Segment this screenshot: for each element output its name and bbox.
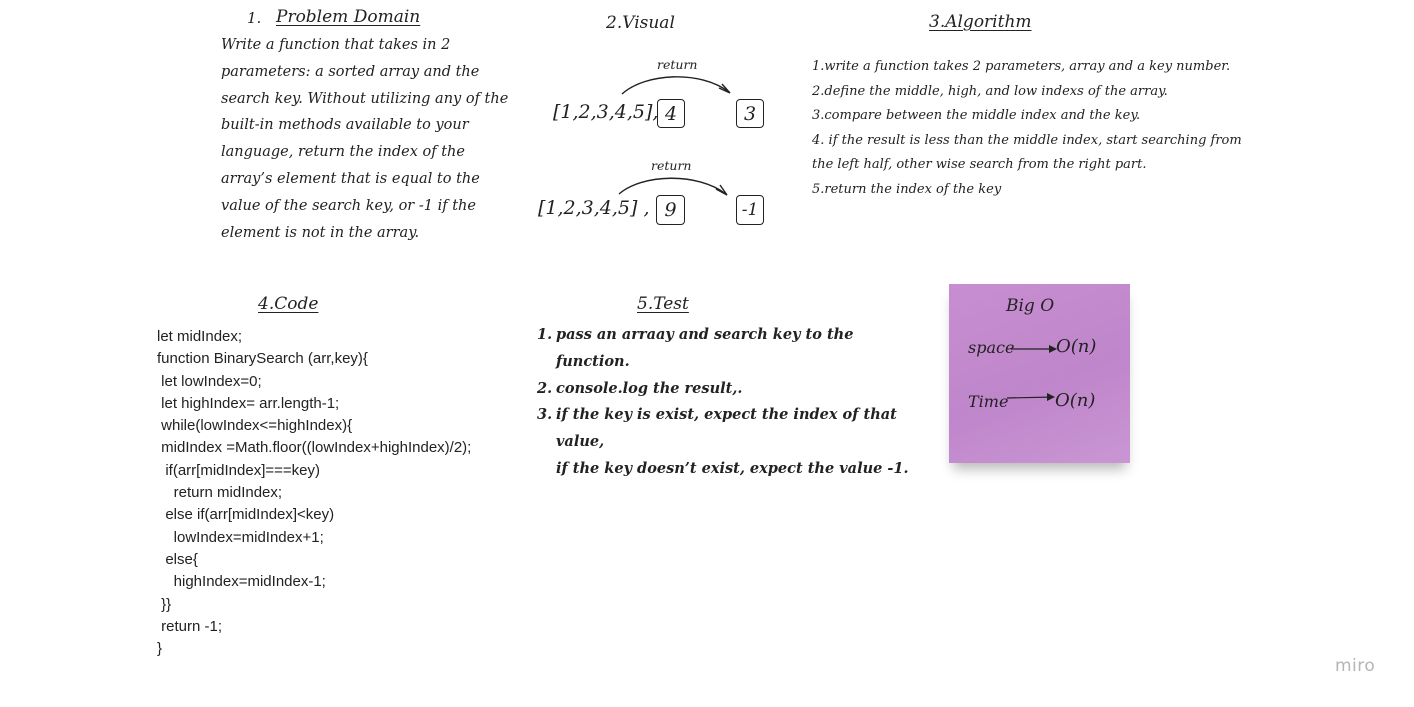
input-array: [1,2,3,4,5] , xyxy=(538,197,650,219)
test-item-text: value, xyxy=(556,433,605,451)
search-key-box: 4 xyxy=(657,99,685,128)
big-o-sticky-note[interactable]: Big O space O(n) Time O(n) xyxy=(949,284,1130,463)
time-complexity: O(n) xyxy=(1055,390,1096,411)
test-item: if the key doesn’t exist, expect the val… xyxy=(537,456,909,483)
problem-domain-text: Write a function that takes in 2 paramet… xyxy=(221,32,521,246)
code-line: if(arr[midIndex]===key) xyxy=(157,461,320,479)
test-item-number: 2. xyxy=(537,379,553,397)
space-complexity: O(n) xyxy=(1056,336,1097,357)
space-label: space xyxy=(968,338,1015,357)
algorithm-steps: 1.write a function takes 2 parameters, a… xyxy=(812,55,1242,202)
test-item-text: console.log the result,. xyxy=(556,379,743,397)
test-item: value, xyxy=(537,429,909,456)
problem-domain-line: parameters: a sorted array and the xyxy=(221,63,480,80)
problem-domain-number: 1. xyxy=(247,9,262,27)
test-item-number: 1. xyxy=(537,326,553,343)
test-title: 5.Test xyxy=(637,294,689,314)
test-list: 1. pass an arraay and search key to the f… xyxy=(537,322,909,483)
problem-domain-line: built-in methods available to your xyxy=(221,117,469,134)
result-box: 3 xyxy=(736,99,764,128)
problem-domain-line: search key. Without utilizing any of the xyxy=(221,90,509,107)
code-line: let highIndex= arr.length-1; xyxy=(157,394,340,412)
problem-domain-line: value of the search key, or -1 if the xyxy=(221,197,476,214)
time-label: Time xyxy=(968,392,1009,411)
arrow-right-icon xyxy=(1011,345,1057,353)
visual-title: 2.Visual xyxy=(606,13,675,33)
search-key-box: 9 xyxy=(656,195,685,225)
input-array: [1,2,3,4,5], xyxy=(553,101,659,123)
code-line: while(lowIndex<=highIndex){ xyxy=(157,417,353,435)
test-item: 2. console.log the result,. xyxy=(537,376,909,403)
result-box: -1 xyxy=(736,195,764,225)
big-o-title: Big O xyxy=(1006,296,1055,316)
code-line: lowIndex=midIndex+1; xyxy=(157,528,324,546)
arrow-right-icon xyxy=(1006,393,1055,401)
code-line: else{ xyxy=(157,550,198,568)
test-item: function. xyxy=(537,349,909,376)
code-line: midIndex =Math.floor((lowIndex+highIndex… xyxy=(157,439,472,457)
problem-domain-line: element is not in the array. xyxy=(221,224,420,241)
problem-domain-title: Problem Domain xyxy=(276,7,421,27)
test-item-number xyxy=(537,456,556,483)
code-line: function BinarySearch (arr,key){ xyxy=(157,350,368,368)
test-item-text: function. xyxy=(556,352,630,370)
code-line: highIndex=midIndex-1; xyxy=(157,573,326,591)
test-item-number xyxy=(537,349,556,376)
code-line: let midIndex; xyxy=(157,328,243,345)
algorithm-step: 5.return the index of the key xyxy=(812,181,1002,197)
code-line: } xyxy=(157,640,163,658)
code-line: return -1; xyxy=(157,617,223,635)
test-item: 3. if the key is exist, expect the index … xyxy=(537,402,909,429)
algorithm-step: 1.write a function takes 2 parameters, a… xyxy=(812,59,1231,74)
algorithm-step: the left half, other wise search from th… xyxy=(812,157,1147,172)
problem-domain-line: language, return the index of the xyxy=(221,144,465,161)
code-line: else if(arr[midIndex]<key) xyxy=(157,506,335,524)
code-line: }} xyxy=(157,595,172,613)
code-block: let midIndex; function BinarySearch (arr… xyxy=(157,326,471,660)
code-line: return midIndex; xyxy=(157,484,283,502)
test-item-text: if the key is exist, expect the index of… xyxy=(556,406,897,424)
test-item: 1. pass an arraay and search key to the xyxy=(537,322,909,349)
test-item-number: 3. xyxy=(537,406,553,424)
problem-domain-line: array’s element that is equal to the xyxy=(221,170,480,187)
test-item-text: pass an arraay and search key to the xyxy=(556,326,854,343)
test-item-number xyxy=(537,429,556,456)
algorithm-step: 2.define the middle, high, and low index… xyxy=(812,83,1168,99)
algorithm-title: 3.Algorithm xyxy=(929,12,1032,32)
algorithm-step: 3.compare between the middle index and t… xyxy=(812,108,1141,123)
test-item-text: if the key doesn’t exist, expect the val… xyxy=(556,459,909,477)
code-title: 4.Code xyxy=(258,294,319,314)
problem-domain-line: Write a function that takes in 2 xyxy=(221,37,451,53)
return-arrow-icon xyxy=(621,76,731,95)
algorithm-step: 4. if the result is less than the middle… xyxy=(812,132,1242,148)
miro-logo: miro xyxy=(1335,656,1376,676)
code-line: let lowIndex=0; xyxy=(157,372,262,390)
